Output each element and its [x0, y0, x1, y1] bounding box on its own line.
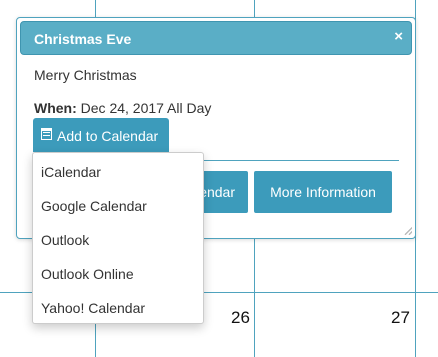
popup-header: Christmas Eve ×	[20, 21, 412, 55]
calendar-day-26[interactable]: 26	[231, 308, 250, 328]
dropdown-item-google-calendar[interactable]: Google Calendar	[41, 198, 147, 214]
resize-grip-icon[interactable]	[404, 227, 412, 235]
event-description: Merry Christmas	[34, 67, 137, 83]
calendar-button-label: endar	[199, 184, 235, 200]
dropdown-item-outlook[interactable]: Outlook	[41, 232, 89, 248]
when-label: When:	[34, 100, 77, 116]
calendar-day-27[interactable]: 27	[391, 308, 410, 328]
close-icon[interactable]: ×	[394, 28, 403, 45]
event-when: When: Dec 24, 2017 All Day	[34, 100, 211, 116]
add-to-calendar-label: Add to Calendar	[57, 128, 159, 144]
dropdown-item-yahoo-calendar[interactable]: Yahoo! Calendar	[41, 300, 145, 316]
more-information-button[interactable]: More Information	[254, 171, 392, 213]
calendar-icon	[41, 128, 52, 140]
event-title: Christmas Eve	[34, 31, 132, 47]
dropdown-item-icalendar[interactable]: iCalendar	[41, 164, 101, 180]
add-to-calendar-button[interactable]: Add to Calendar	[33, 118, 169, 152]
when-value: Dec 24, 2017 All Day	[80, 100, 212, 116]
dropdown-item-outlook-online[interactable]: Outlook Online	[41, 266, 134, 282]
add-to-calendar-dropdown: iCalendar Google Calendar Outlook Outloo…	[32, 152, 204, 324]
